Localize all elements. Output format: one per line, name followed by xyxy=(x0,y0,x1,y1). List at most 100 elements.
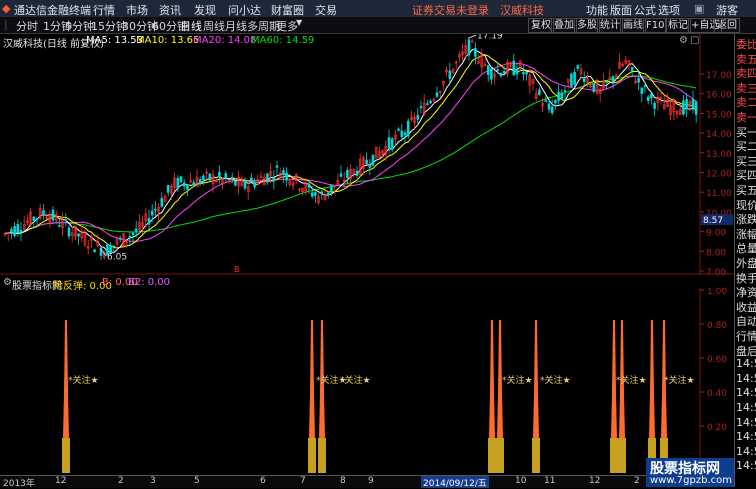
menu-hangqing[interactable]: 行情 xyxy=(93,2,115,18)
signal-base xyxy=(318,438,326,473)
menu-jiaoyi[interactable]: 交易 xyxy=(315,2,337,18)
period-toolbar: | 分时 1分钟 5分钟 15分钟 30分钟 60分钟 日线 周线 月线 多周期… xyxy=(0,17,756,34)
quote-panel-item[interactable]: 卖四 xyxy=(736,65,756,81)
candle-body xyxy=(93,249,96,253)
signal-base xyxy=(618,438,626,473)
selected-date[interactable]: 2014/09/12/五 xyxy=(421,476,489,489)
quote-panel-item[interactable]: 14:50 xyxy=(736,430,756,443)
menu-zixun[interactable]: 资讯 xyxy=(159,2,181,18)
quote-panel-item[interactable]: 卖五 xyxy=(736,51,756,67)
quote-panel-item[interactable]: 涨跌 xyxy=(736,211,756,227)
signal-base xyxy=(610,438,618,473)
candle-body xyxy=(250,177,253,182)
candle-body xyxy=(570,73,573,87)
menu-gongshi[interactable]: 公式 xyxy=(634,2,656,18)
quote-panel-item[interactable]: 净资 xyxy=(736,284,756,300)
candle-body xyxy=(128,236,132,238)
user-icon[interactable]: ▣ xyxy=(694,2,704,15)
candle-body xyxy=(646,96,650,101)
candle-body xyxy=(637,78,640,83)
quote-panel-item[interactable]: 收益 xyxy=(736,299,756,315)
quote-panel-item[interactable]: 卖二 xyxy=(736,94,756,110)
candle-body xyxy=(243,179,247,189)
candle-body xyxy=(202,175,205,181)
month-label: 5 xyxy=(194,476,200,486)
indicator-chart[interactable]: 1.00 0.80 0.60 0.40 0.20 *关注★ *关注★ *关注★ *关注★ *关注… xyxy=(0,288,734,475)
candle-body xyxy=(253,181,256,188)
candle-body xyxy=(58,225,61,227)
candle-body xyxy=(557,92,560,101)
candle-body xyxy=(77,233,80,237)
quote-panel-item[interactable]: 14:50 xyxy=(736,445,756,458)
period-monthly[interactable]: 月线 xyxy=(225,18,247,34)
candle-body xyxy=(112,245,116,247)
quote-panel-item[interactable]: 自动 xyxy=(736,313,756,329)
quote-panel-item[interactable]: 委比 xyxy=(736,36,756,52)
guest-label[interactable]: 游客 xyxy=(716,2,738,18)
period-more[interactable]: 更多 xyxy=(276,18,298,34)
candle-body xyxy=(474,48,477,57)
candle-body xyxy=(365,159,368,165)
price-tick-label: 8.00 xyxy=(706,248,726,258)
price-tick-label: 7.00 xyxy=(706,268,726,275)
quote-panel-item[interactable]: 买三 xyxy=(736,153,756,169)
menu-shichang[interactable]: 市场 xyxy=(126,2,148,18)
indicator-settings-icon[interactable]: ⚙ xyxy=(3,277,12,288)
quote-panel-item[interactable]: 盘后 xyxy=(736,343,756,359)
quote-panel-item[interactable]: 买一 xyxy=(736,124,756,140)
price-chart[interactable]: 17.0016.0015.0014.0013.0012.0011.0010.00… xyxy=(0,34,734,275)
candle-body xyxy=(400,130,404,138)
period-daily[interactable]: 日线 xyxy=(180,18,202,34)
watermark-url: www.7gpzb.com xyxy=(650,475,732,486)
quote-panel-item[interactable]: 14:50 xyxy=(736,357,756,370)
app-title: 通达信金融终端 xyxy=(14,4,91,17)
menu-xuanxiang[interactable]: 选项 xyxy=(658,2,680,18)
month-label: 8 xyxy=(340,476,346,486)
quote-panel-item[interactable]: 买五 xyxy=(736,182,756,198)
candle-body xyxy=(490,68,493,80)
quote-panel-item[interactable]: 14:50 xyxy=(736,459,756,472)
candle-body xyxy=(339,173,343,177)
quote-panel-item[interactable]: 换手 xyxy=(736,270,756,286)
candle-body xyxy=(147,218,151,225)
back-button[interactable]: 返回 xyxy=(714,18,740,33)
period-weekly[interactable]: 周线 xyxy=(203,18,225,34)
quote-panel-item[interactable]: 14:50 xyxy=(736,386,756,399)
quote-panel-item[interactable]: 买四 xyxy=(736,167,756,183)
quote-panel-item[interactable]: 14:50 xyxy=(736,372,756,385)
quote-panel-item[interactable]: 总量 xyxy=(736,240,756,256)
period-fenshi[interactable]: 分时 xyxy=(16,18,38,34)
indicator-b2: B2: 0.00 xyxy=(128,277,171,288)
candle-body xyxy=(550,106,554,114)
quote-panel-item[interactable]: 卖三 xyxy=(736,80,756,96)
candle-body xyxy=(234,181,237,186)
menu-gongneng[interactable]: 功能 xyxy=(586,2,608,18)
quote-panel-item[interactable]: 现价 xyxy=(736,197,756,213)
candle-body xyxy=(160,198,164,207)
menu-faxian[interactable]: 发现 xyxy=(194,2,216,18)
menu-caifuquan[interactable]: 财富圈 xyxy=(271,2,304,18)
more-dropdown-icon[interactable]: ▼ xyxy=(296,18,302,27)
quote-panel-item[interactable]: 14:50 xyxy=(736,416,756,429)
candle-body xyxy=(10,229,13,233)
menu-banmian[interactable]: 版面 xyxy=(610,2,632,18)
candle-body xyxy=(563,90,567,92)
menu-wenxiaoda[interactable]: 问小达 xyxy=(228,2,261,18)
candle-body xyxy=(515,68,519,75)
signal-label: *关注★ xyxy=(540,374,571,386)
quote-panel-item[interactable]: 买二 xyxy=(736,138,756,154)
period-5min[interactable]: 5分钟 xyxy=(65,18,94,34)
month-label: 11 xyxy=(544,476,556,486)
candle-body xyxy=(314,192,317,196)
candle-body xyxy=(176,177,180,189)
quote-panel-item[interactable]: 14:50 xyxy=(736,401,756,414)
f10-button[interactable]: F10 xyxy=(643,18,668,33)
candle-body xyxy=(390,138,394,150)
candle-body xyxy=(166,185,170,193)
quote-panel-item[interactable]: 外盘 xyxy=(736,255,756,271)
quote-panel-item[interactable]: 卖一 xyxy=(736,109,756,125)
candle-body xyxy=(653,103,656,109)
login-notice[interactable]: 证券交易未登录 xyxy=(412,2,489,18)
quote-panel-item[interactable]: 行情 xyxy=(736,328,756,344)
quote-panel-item[interactable]: 涨幅 xyxy=(736,226,756,242)
